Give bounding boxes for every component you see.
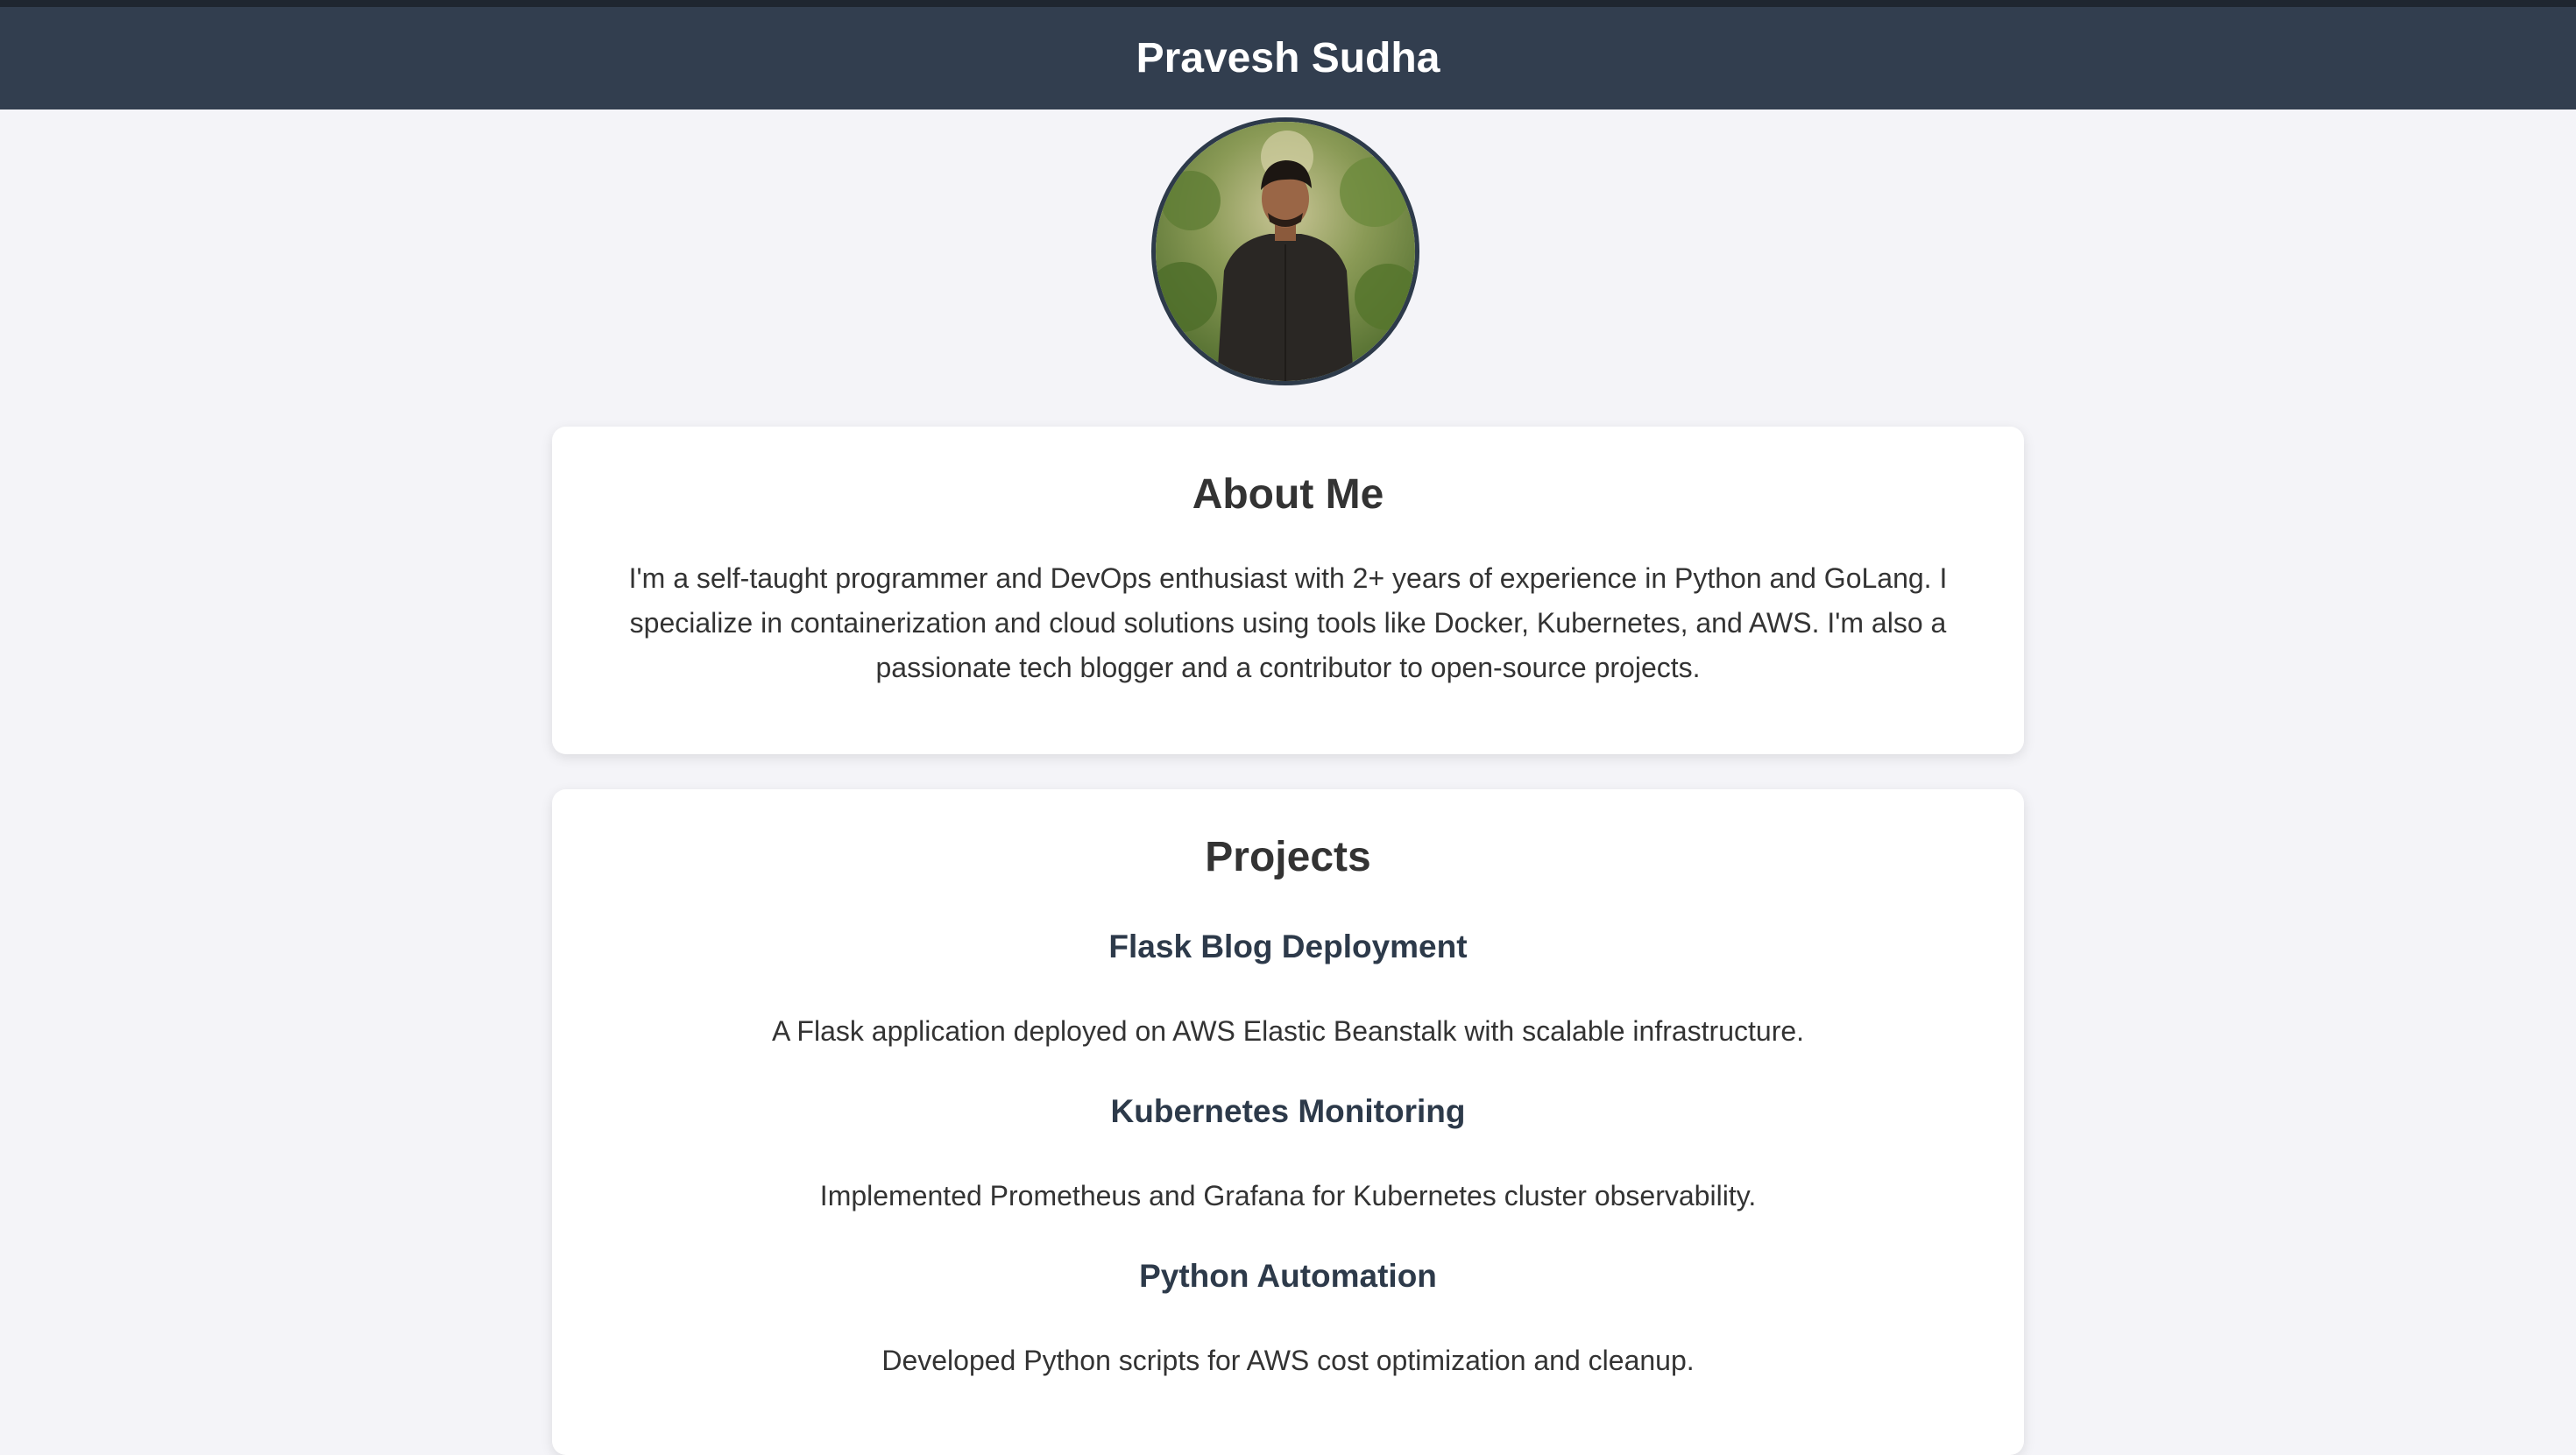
project-desc-flask: A Flask application deployed on AWS Elas… (771, 1015, 1805, 1047)
projects-card: Projects Flask Blog Deployment A Flask a… (552, 789, 2024, 1455)
page-title: Pravesh Sudha (1136, 35, 1440, 81)
page-header: Pravesh Sudha (0, 7, 2576, 109)
projects-heading: Projects (1205, 834, 1371, 880)
project-title-kubernetes: Kubernetes Monitoring (1110, 1093, 1466, 1129)
profile-photo-icon (1156, 122, 1415, 381)
project-desc-kubernetes: Implemented Prometheus and Grafana for K… (819, 1180, 1757, 1211)
about-heading: About Me (1192, 471, 1384, 518)
project-title-python: Python Automation (1139, 1258, 1437, 1294)
window-top-strip (0, 0, 2576, 7)
project-desc-python: Developed Python scripts for AWS cost op… (881, 1345, 1695, 1376)
about-text: I'm a self-taught programmer and DevOps … (628, 562, 1948, 683)
avatar (1151, 117, 1419, 385)
project-title-flask: Flask Blog Deployment (1108, 929, 1468, 964)
about-card: About Me I'm a self-taught programmer an… (552, 427, 2024, 754)
